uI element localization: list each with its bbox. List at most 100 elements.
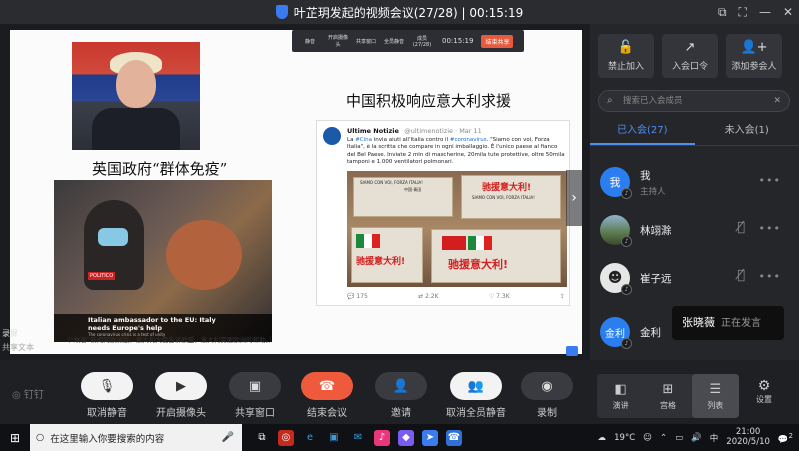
layout-grid-button[interactable]: ⊞ 宫格 — [644, 374, 691, 418]
settings-button[interactable]: ⚙ 设置 — [756, 378, 772, 405]
clear-icon[interactable]: ✕ — [773, 91, 781, 111]
member-name: 林翊滁 — [640, 224, 672, 237]
windows-start-icon[interactable]: ⊞ — [0, 424, 30, 451]
end-meeting-button[interactable]: ☎ 结束会议 — [300, 372, 354, 419]
end-share-button[interactable]: 结束共享 — [481, 34, 514, 48]
app-icon[interactable]: ◎ — [278, 429, 294, 446]
mic-icon: ♪ — [621, 236, 632, 247]
record-button[interactable]: ◉ 录制 — [520, 372, 574, 419]
search-icon: ⌕ — [607, 95, 613, 106]
fullscreen-icon[interactable]: ⛶ — [739, 5, 747, 20]
member-role: 主持人 — [640, 186, 666, 197]
window-controls: ⧉ ⛶ — ✕ — [718, 5, 793, 20]
people-icon[interactable]: ☺ — [643, 433, 652, 443]
member-row[interactable]: 我 ♪ 我 主持人 ••• — [590, 160, 799, 204]
mini-share-button[interactable]: 共享窗口 — [354, 38, 378, 45]
mic-muted-icon: 🎙 — [81, 372, 133, 400]
weather-icon: ☁ — [597, 432, 607, 443]
list-layout-icon: ☰ — [709, 381, 722, 397]
shared-text-label: 共享文本 — [2, 343, 34, 352]
clock[interactable]: 21:00 2020/5/10 — [726, 427, 770, 447]
member-name: 崔子远 — [640, 272, 672, 285]
mic-muted-icon: 🎙̸ — [737, 220, 745, 235]
app2-icon[interactable]: ◆ — [398, 429, 414, 446]
tweet-avatar — [323, 127, 341, 145]
record-icon: ◉ — [521, 372, 573, 400]
unmute-button[interactable]: 🎙 取消静音 — [80, 372, 134, 419]
like-count[interactable]: ♡ 7.3K — [489, 293, 510, 300]
weather-temp: 19°C — [614, 432, 636, 443]
system-tray: ☁ 19°C ☺ ⌃ ▭ 🔊 中 21:00 2020/5/10 💬2 — [598, 424, 793, 451]
network-icon[interactable]: ▭ — [675, 433, 683, 443]
member-row[interactable]: ☻ ♪ 崔子远 🎙̸ ••• — [590, 256, 799, 300]
retweet-count[interactable]: ⇄ 2.2K — [418, 293, 438, 300]
volume-icon[interactable]: 🔊 — [691, 433, 702, 443]
unmute-all-button[interactable]: 👥 取消全员静音 — [446, 372, 506, 419]
tweet-image: SIAMO CON VOI, FORZA ITALIA! 中国·青田 驰援意大利… — [347, 171, 567, 287]
mini-mute-button[interactable]: 静音 — [298, 38, 322, 45]
layout-list-button[interactable]: ☰ 列表 — [691, 374, 739, 418]
layout-switcher: ◧ 演讲 ⊞ 宫格 ☰ 列表 — [597, 374, 739, 418]
add-participant-button[interactable]: 👤+ 添加参会人 — [726, 34, 782, 78]
boris-photo — [72, 42, 200, 150]
taskbar: ⊞ ○ 在这里输入你要搜索的内容 🎤 ⧉ ◎ e ▣ ✉ ♪ ◆ ➤ ☎ ☁ 1… — [0, 424, 799, 451]
mic-icon: ♪ — [621, 338, 632, 349]
member-search-input[interactable]: ⌕ 搜索已入会成员 ✕ — [598, 90, 790, 112]
invite-button[interactable]: 👤 邀请 — [374, 372, 428, 419]
barber-photo: POLITICO Italian ambassador to the EU: I… — [54, 180, 272, 342]
politico-logo: POLITICO — [88, 272, 116, 280]
member-row[interactable]: ♪ 林翊滁 🎙̸ ••• — [590, 208, 799, 252]
camera-off-icon: ▶ — [155, 372, 207, 400]
minimize-icon[interactable]: — — [759, 5, 771, 20]
member-name: 金利 — [640, 326, 661, 339]
more-icon[interactable]: ••• — [759, 270, 781, 283]
share-window-button[interactable]: ▣ 共享窗口 — [228, 372, 282, 419]
tweet-stats: 💬 175 ⇄ 2.2K ♡ 7.3K ⇪ — [347, 293, 565, 300]
mini-mute-all-button[interactable]: 全员静音 — [382, 38, 406, 45]
meeting-app-icon[interactable]: ☎ — [446, 429, 462, 446]
mini-members-button[interactable]: 成员(27/28) — [410, 35, 434, 48]
mini-camera-button[interactable]: 开启摄像头 — [326, 34, 350, 48]
share-icon[interactable]: ⇪ — [560, 293, 565, 300]
mail-icon[interactable]: ✉ — [350, 430, 366, 446]
presentation-slide: 英国政府“群体免疫” POLITICO Italian ambassador t… — [10, 30, 582, 354]
more-icon[interactable]: ••• — [759, 174, 781, 187]
record-overlay-label: 录屏 — [2, 329, 18, 338]
tweet-handle: @ultimenotizie · Mar 11 — [404, 127, 482, 135]
next-page-arrow[interactable]: › — [566, 170, 582, 226]
tweet-name: Ultime Notizie — [347, 127, 399, 135]
more-icon[interactable]: ••• — [759, 222, 781, 235]
start-camera-button[interactable]: ▶ 开启摄像头 — [154, 372, 208, 419]
mini-timer: 00:15:19 — [442, 37, 474, 45]
edge-icon[interactable]: e — [302, 430, 318, 446]
microphone-icon[interactable]: 🎤 — [222, 432, 234, 443]
share-icon: ↗ — [684, 40, 696, 55]
tab-joined[interactable]: 已入会(27) — [590, 120, 695, 145]
tab-not-joined[interactable]: 未入会(1) — [695, 120, 799, 145]
meeting-code-button[interactable]: ↗ 入会口令 — [662, 34, 718, 78]
store-icon[interactable]: ▣ — [326, 430, 342, 446]
chat-icon[interactable] — [566, 346, 578, 356]
notification-icon[interactable]: 💬2 — [778, 431, 793, 445]
ime-indicator[interactable]: 中 — [710, 432, 719, 444]
lock-meeting-button[interactable]: 🔓 禁止加入 — [598, 34, 654, 78]
task-view-icon[interactable]: ⧉ — [254, 430, 270, 446]
close-icon[interactable]: ✕ — [783, 5, 793, 20]
pip-icon[interactable]: ⧉ — [718, 5, 727, 20]
shield-icon — [275, 5, 288, 19]
search-icon: ○ — [36, 432, 45, 443]
mic-icon: ♪ — [621, 188, 632, 199]
dingtalk-icon[interactable]: ➤ — [422, 429, 438, 446]
reply-count[interactable]: 💬 175 — [347, 293, 368, 300]
shared-screen-area: 英国政府“群体免疫” POLITICO Italian ambassador t… — [0, 24, 590, 360]
layout-speaker-button[interactable]: ◧ 演讲 — [597, 374, 644, 418]
taskbar-search-input[interactable]: ○ 在这里输入你要搜索的内容 🎤 — [30, 424, 242, 451]
music-icon[interactable]: ♪ — [374, 429, 390, 446]
active-speaker-popup: 张晓薇 正在发言 — [672, 306, 784, 340]
chevron-up-icon[interactable]: ⌃ — [660, 433, 667, 443]
mic-icon: ♪ — [621, 284, 632, 295]
meeting-controls: ◎ 钉钉 🎙 取消静音 ▶ 开启摄像头 ▣ 共享窗口 ☎ 结束会议 👤 邀请 👥… — [0, 360, 799, 424]
title-bar: 叶芷玥发起的视频会议(27/28) | 00:15:19 ⧉ ⛶ — ✕ — [0, 0, 799, 24]
gear-icon: ⚙ — [757, 378, 771, 394]
lock-icon: 🔓 — [617, 40, 635, 55]
